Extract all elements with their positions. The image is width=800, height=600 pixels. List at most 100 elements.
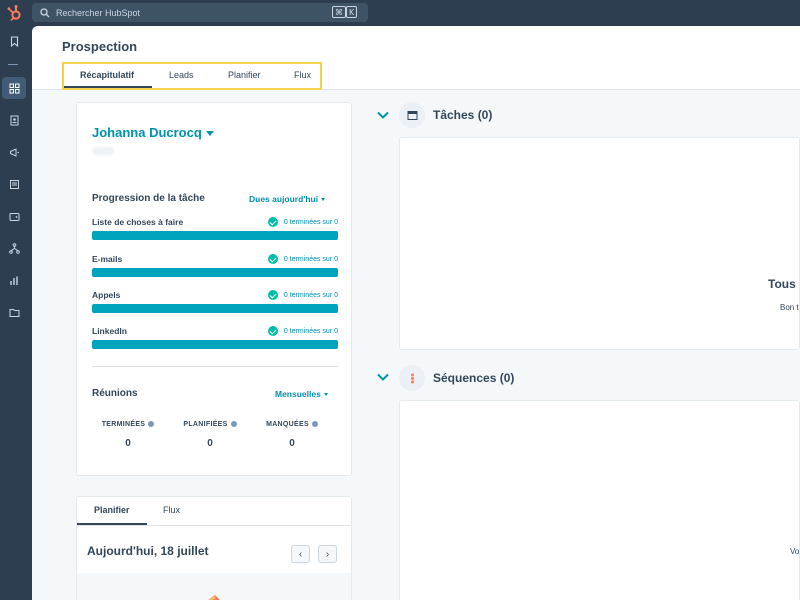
left-navigation-rail [0,26,32,600]
tab-planifier[interactable]: Planifier [228,70,261,80]
shortcut-key-cmd: ⌘ [332,6,346,18]
automation-nav-item[interactable] [2,237,26,259]
stat-label-text: PLANIFIÉES [183,421,228,428]
sequences-empty-text: Vo [790,547,800,556]
stat-value: 0 [207,438,213,449]
blurred-text [92,147,114,155]
shortcut-key-k: K [346,6,358,18]
task-status: 0 terminées sur 0 [267,254,338,264]
section-divider [92,366,338,367]
task-status: 0 terminées sur 0 [267,217,338,227]
check-circle-icon [267,326,278,336]
search-input[interactable]: Rechercher HubSpot ⌘ K [32,3,368,22]
contacts-nav-item[interactable] [2,109,26,131]
chevron-left-icon: ‹ [298,548,303,560]
next-day-button[interactable]: › [318,545,337,563]
meetings-title: Réunions [92,388,138,399]
tab-flux[interactable]: Flux [294,70,311,80]
chevron-down-icon [321,198,326,202]
chevron-down-icon [323,393,328,397]
info-icon[interactable] [311,421,318,428]
task-section-icon [399,102,425,128]
bookmark-icon [10,35,18,47]
tasks-panel: Tous Bon t [399,137,800,350]
check-circle-icon [267,217,278,227]
task-status-text: 0 terminées sur 0 [283,327,338,335]
owner-selector[interactable]: Johanna Ducrocq [92,125,214,140]
task-status-text: 0 terminées sur 0 [283,255,338,263]
owner-name: Johanna Ducrocq [92,125,202,140]
meetings-completed-stat: TERMINÉES 0 [87,421,169,449]
task-progress-bar [92,304,338,313]
stat-label: TERMINÉES [87,421,169,428]
tab-recapitulatif[interactable]: Récapitulatif [80,70,134,80]
contacts-icon [10,115,18,125]
commerce-nav-item[interactable] [2,205,26,227]
reporting-nav-item[interactable] [2,269,26,291]
task-progress-bar [92,268,338,277]
sequence-section-icon [399,365,425,391]
meetings-period-label: Mensuelles [275,389,321,399]
chevron-down-icon[interactable] [376,108,390,122]
stat-value: 0 [289,438,295,449]
tab-bar: Récapitulatif Leads Planifier Flux [62,62,322,90]
stat-label: MANQUÉES [251,421,333,428]
workflow-icon [8,242,20,254]
page-title: Prospection [62,39,138,54]
tab-flux-card[interactable]: Flux [163,505,180,515]
schedule-body [77,573,351,600]
task-status-text: 0 terminées sur 0 [283,218,338,226]
task-row-todo: Liste de choses à faire 0 terminées sur … [92,217,338,249]
active-tab-indicator [77,523,147,525]
task-progress-title: Progression de la tâche [92,193,205,204]
task-due-filter-label: Dues aujourd'hui [249,194,319,204]
active-tab-indicator [64,86,152,88]
task-due-filter[interactable]: Dues aujourd'hui [249,194,326,204]
sequences-section-title: Séquences (0) [433,371,515,385]
task-label: Liste de choses à faire [92,217,184,227]
sequences-panel: Vo [399,400,800,600]
tasks-empty-title: Tous [768,277,796,291]
main-content: Prospection Récapitulatif Leads Planifie… [32,26,800,600]
content-nav-item[interactable] [2,173,26,195]
chevron-right-icon: › [325,548,330,560]
library-nav-item[interactable] [2,301,26,323]
schedule-date: Aujourd'hui, 18 juillet [87,544,209,558]
document-icon [9,179,19,189]
check-circle-icon [267,254,278,264]
tab-divider [77,525,351,526]
info-icon[interactable] [230,421,237,428]
info-icon[interactable] [148,421,155,428]
tasks-empty-text: Bon t [780,303,799,312]
workspaces-nav-item[interactable] [2,77,26,99]
summary-card: Johanna Ducrocq Progression de la tâche … [76,102,352,476]
stat-label: PLANIFIÉES [169,421,251,428]
bookmarks-nav-item[interactable] [2,30,26,52]
top-navigation-bar: Rechercher HubSpot ⌘ K [0,0,800,26]
task-progress-bar [92,231,338,240]
meetings-missed-stat: MANQUÉES 0 [251,421,333,449]
tab-planifier-card[interactable]: Planifier [94,505,130,515]
task-label: LinkedIn [92,326,127,336]
page-header: Prospection Récapitulatif Leads Planifie… [32,26,800,90]
task-row-calls: Appels 0 terminées sur 0 [92,290,338,322]
hubspot-logo-icon[interactable] [6,4,24,22]
chevron-down-icon[interactable] [376,370,390,384]
calendar-icon [407,110,417,120]
task-status: 0 terminées sur 0 [267,290,338,300]
chevron-down-icon [205,131,214,137]
task-progress-bar [92,340,338,349]
sequence-icon [410,373,414,383]
illustration-icon [208,595,220,600]
previous-day-button[interactable]: ‹ [291,545,310,563]
task-status-text: 0 terminées sur 0 [283,291,338,299]
check-circle-icon [267,290,278,300]
meetings-period-filter[interactable]: Mensuelles [275,389,328,399]
task-status: 0 terminées sur 0 [267,326,338,336]
tab-leads[interactable]: Leads [169,70,194,80]
wallet-icon [9,212,19,221]
stat-label-text: MANQUÉES [266,421,309,428]
task-label: Appels [92,290,121,300]
marketing-nav-item[interactable] [2,141,26,163]
tasks-section-title: Tâches (0) [433,108,493,122]
